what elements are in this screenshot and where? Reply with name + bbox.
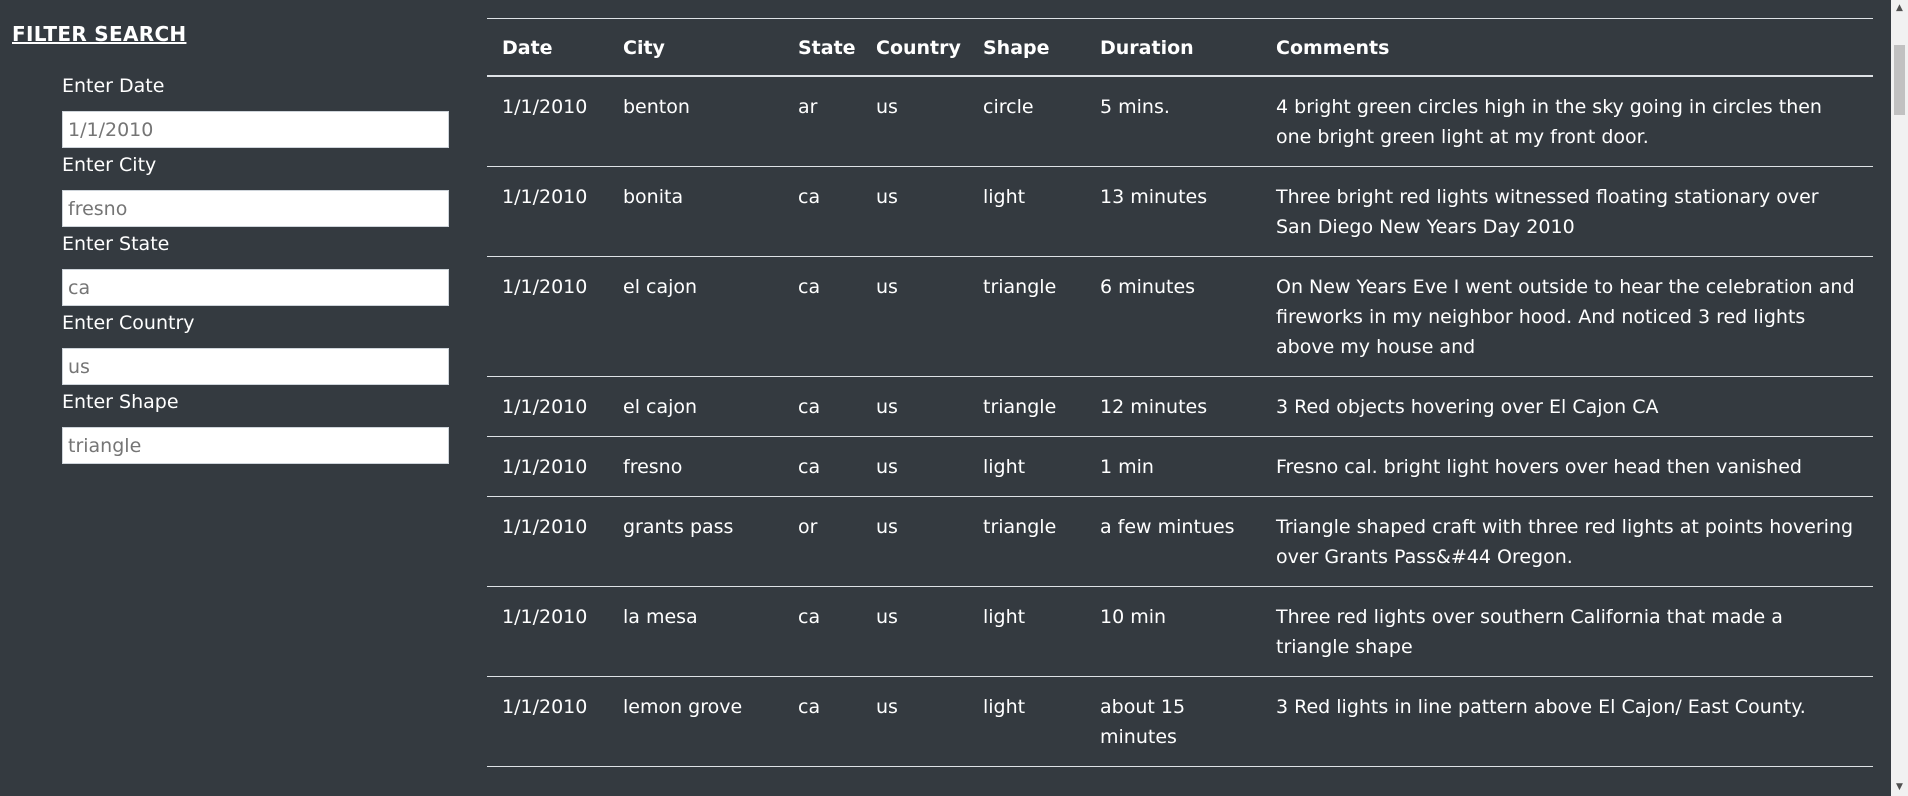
filter-form: Enter Date Enter City Enter State Enter …	[62, 73, 449, 468]
cell-country: us	[861, 76, 968, 167]
shape-label: Enter Shape	[62, 391, 179, 413]
date-filter: Enter Date	[62, 73, 449, 148]
cell-state: ca	[783, 436, 861, 497]
cell-city: el cajon	[608, 376, 783, 437]
cell-comments: Triangle shaped craft with three red lig…	[1261, 496, 1873, 587]
cell-duration: 10 min	[1085, 586, 1261, 677]
country-label: Enter Country	[62, 312, 195, 334]
table-body: 1/1/2010 benton ar us circle 5 mins. 4 b…	[487, 76, 1873, 767]
cell-comments: On New Years Eve I went outside to hear …	[1261, 256, 1873, 377]
cell-country: us	[861, 496, 968, 587]
cell-city: fresno	[608, 436, 783, 497]
cell-country: us	[861, 166, 968, 257]
table-row: 1/1/2010 fresno ca us light 1 min Fresno…	[487, 436, 1873, 497]
header-comments: Comments	[1261, 18, 1873, 77]
cell-comments: Three red lights over southern Californi…	[1261, 586, 1873, 677]
header-duration: Duration	[1085, 18, 1261, 77]
cell-comments: 4 bright green circles high in the sky g…	[1261, 76, 1873, 167]
header-city: City	[608, 18, 783, 77]
cell-shape: triangle	[968, 496, 1085, 587]
cell-duration: 1 min	[1085, 436, 1261, 497]
country-input[interactable]	[62, 348, 449, 385]
cell-city: la mesa	[608, 586, 783, 677]
cell-state: ar	[783, 76, 861, 167]
cell-comments: 3 Red objects hovering over El Cajon CA	[1261, 376, 1873, 437]
cell-date: 1/1/2010	[487, 436, 608, 497]
cell-comments: Fresno cal. bright light hovers over hea…	[1261, 436, 1873, 497]
ufo-table-container: Date City State Country Shape Duration C…	[487, 18, 1873, 767]
cell-shape: light	[968, 586, 1085, 677]
table-row: 1/1/2010 benton ar us circle 5 mins. 4 b…	[487, 76, 1873, 167]
cell-city: grants pass	[608, 496, 783, 587]
cell-duration: 13 minutes	[1085, 166, 1261, 257]
table-row: 1/1/2010 lemon grove ca us light about 1…	[487, 676, 1873, 767]
cell-shape: triangle	[968, 256, 1085, 377]
table-row: 1/1/2010 el cajon ca us triangle 6 minut…	[487, 256, 1873, 377]
cell-comments: Three bright red lights witnessed floati…	[1261, 166, 1873, 257]
cell-date: 1/1/2010	[487, 76, 608, 167]
cell-duration: 6 minutes	[1085, 256, 1261, 377]
cell-country: us	[861, 436, 968, 497]
ufo-sightings-table: Date City State Country Shape Duration C…	[487, 18, 1873, 767]
cell-duration: a few mintues	[1085, 496, 1261, 587]
filter-search-title: FILTER SEARCH	[12, 22, 187, 46]
cell-country: us	[861, 586, 968, 677]
cell-date: 1/1/2010	[487, 376, 608, 437]
cell-shape: light	[968, 676, 1085, 767]
cell-city: bonita	[608, 166, 783, 257]
cell-date: 1/1/2010	[487, 586, 608, 677]
header-row: Date City State Country Shape Duration C…	[487, 18, 1873, 77]
cell-date: 1/1/2010	[487, 676, 608, 767]
cell-duration: 5 mins.	[1085, 76, 1261, 167]
country-filter: Enter Country	[62, 310, 449, 385]
cell-date: 1/1/2010	[487, 256, 608, 377]
cell-country: us	[861, 676, 968, 767]
cell-city: el cajon	[608, 256, 783, 377]
state-input[interactable]	[62, 269, 449, 306]
shape-filter: Enter Shape	[62, 389, 449, 464]
header-state: State	[783, 18, 861, 77]
cell-state: ca	[783, 676, 861, 767]
cell-date: 1/1/2010	[487, 496, 608, 587]
cell-city: lemon grove	[608, 676, 783, 767]
shape-input[interactable]	[62, 427, 449, 464]
cell-shape: light	[968, 436, 1085, 497]
table-row: 1/1/2010 la mesa ca us light 10 min Thre…	[487, 586, 1873, 677]
header-date: Date	[487, 18, 608, 77]
cell-state: ca	[783, 376, 861, 437]
date-label: Enter Date	[62, 75, 165, 97]
table-row: 1/1/2010 el cajon ca us triangle 12 minu…	[487, 376, 1873, 437]
cell-date: 1/1/2010	[487, 166, 608, 257]
cell-comments: 3 Red lights in line pattern above El Ca…	[1261, 676, 1873, 767]
table-header: Date City State Country Shape Duration C…	[487, 18, 1873, 77]
filter-sidebar: FILTER SEARCH Enter Date Enter City Ente…	[0, 0, 470, 796]
vertical-scrollbar[interactable]: ▲ ▼	[1891, 0, 1908, 796]
cell-city: benton	[608, 76, 783, 167]
table-row: 1/1/2010 grants pass or us triangle a fe…	[487, 496, 1873, 587]
cell-duration: 12 minutes	[1085, 376, 1261, 437]
scroll-up-arrow-icon[interactable]: ▲	[1891, 0, 1908, 17]
cell-country: us	[861, 376, 968, 437]
cell-state: ca	[783, 256, 861, 377]
cell-shape: circle	[968, 76, 1085, 167]
date-input[interactable]	[62, 111, 449, 148]
scroll-thumb[interactable]	[1894, 45, 1905, 115]
state-label: Enter State	[62, 233, 170, 255]
state-filter: Enter State	[62, 231, 449, 306]
cell-shape: light	[968, 166, 1085, 257]
city-filter: Enter City	[62, 152, 449, 227]
header-country: Country	[861, 18, 968, 77]
cell-country: us	[861, 256, 968, 377]
cell-state: ca	[783, 586, 861, 677]
header-shape: Shape	[968, 18, 1085, 77]
scroll-down-arrow-icon[interactable]: ▼	[1891, 779, 1908, 796]
city-label: Enter City	[62, 154, 157, 176]
city-input[interactable]	[62, 190, 449, 227]
table-row: 1/1/2010 bonita ca us light 13 minutes T…	[487, 166, 1873, 257]
cell-state: or	[783, 496, 861, 587]
cell-shape: triangle	[968, 376, 1085, 437]
cell-state: ca	[783, 166, 861, 257]
cell-duration: about 15 minutes	[1085, 676, 1261, 767]
